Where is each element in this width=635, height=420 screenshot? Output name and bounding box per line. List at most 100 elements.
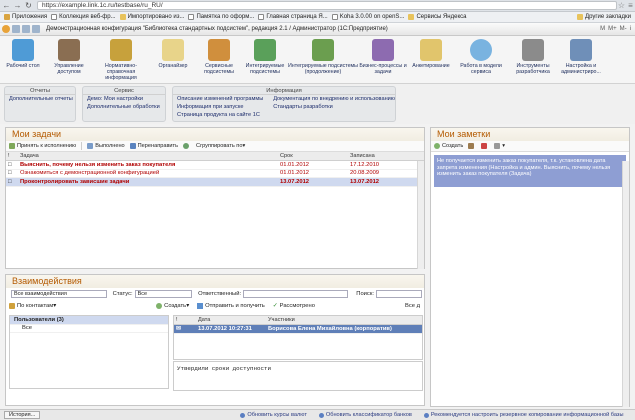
- by-contacts-button[interactable]: По контактам ▾: [9, 303, 56, 309]
- table-row[interactable]: ✉ 13.07.2012 10:27:31 Борисова Елена Мих…: [174, 325, 422, 334]
- bookmark-item[interactable]: Koha 3.0.00 on openS...: [331, 14, 404, 20]
- interaction-type-select[interactable]: Все взаимодействия: [11, 290, 107, 298]
- bookmarks-bar: Приложения Коллекция веб-фр... Импортиро…: [0, 12, 635, 23]
- section-integrated-cont[interactable]: Интегрируемые подсистемы (продолжение): [288, 36, 358, 82]
- bookmark-item[interactable]: Коллекция веб-фр...: [51, 14, 116, 20]
- more-button[interactable]: ▾: [494, 143, 505, 149]
- table-row[interactable]: □ Ознакомиться с демонстрационной конфиг…: [6, 170, 424, 178]
- status-select[interactable]: Все: [134, 290, 193, 298]
- edit-note-button[interactable]: [468, 143, 476, 149]
- contacts-icon: [9, 303, 15, 309]
- flag-column: !: [8, 153, 10, 159]
- history-button[interactable]: История...: [4, 411, 41, 419]
- link-my-settings[interactable]: Демо: Мои настройки: [83, 95, 165, 103]
- link-backup[interactable]: Рекомендуется настроить резервное копиро…: [423, 412, 623, 418]
- back-nav-icon[interactable]: [12, 25, 20, 33]
- blocks-icon: [254, 39, 276, 61]
- delete-note-button[interactable]: [481, 143, 489, 149]
- back-icon[interactable]: ←: [2, 1, 11, 10]
- my-tasks-panel: Мои задачи Принять к исполнению Выполнен…: [5, 127, 425, 269]
- col-date[interactable]: Дата: [196, 317, 266, 323]
- bookmark-item[interactable]: Главная страница Я...: [258, 14, 328, 20]
- folder-icon: [119, 14, 126, 20]
- page-icon: [188, 14, 195, 20]
- desktop-icon: [12, 39, 34, 61]
- section-dev-tools[interactable]: Инструменты разработчика: [508, 36, 558, 82]
- app-menu-icon[interactable]: [2, 25, 10, 33]
- link-dev-standards[interactable]: Стандарты разработки: [269, 103, 395, 111]
- memory-button[interactable]: М: [600, 26, 605, 32]
- forward-nav-icon[interactable]: [22, 25, 30, 33]
- redirect-button[interactable]: Перенаправить: [129, 143, 178, 149]
- link-product-page[interactable]: Страница продукта на сайте 1С: [173, 111, 269, 119]
- memory-minus-button[interactable]: М-: [620, 26, 627, 32]
- filter-row: Все взаимодействия Статус: Все Ответстве…: [6, 288, 424, 300]
- section-surveys[interactable]: Анкетирование: [408, 36, 454, 82]
- email-icon: ✉: [176, 325, 181, 332]
- my-notes-panel: Мои заметки Создать ▾ Не получается изме…: [430, 127, 630, 407]
- reviewed-button[interactable]: ✓ Рассмотрено: [273, 303, 315, 309]
- settings-icon: [570, 39, 592, 61]
- section-reference[interactable]: Нормативно-справочная информация: [92, 36, 150, 82]
- folder-icon: [408, 14, 415, 20]
- task-icon: □: [8, 178, 12, 185]
- create-note-button[interactable]: Создать: [434, 143, 463, 149]
- mail-icon: [197, 303, 204, 309]
- forward-icon[interactable]: →: [13, 1, 22, 10]
- refresh-button[interactable]: [183, 143, 191, 149]
- link-startup-info[interactable]: Информация при запуске: [173, 103, 269, 111]
- table-row[interactable]: □ Выяснить, почему нельзя изменить заказ…: [6, 161, 424, 170]
- reload-icon[interactable]: ↻: [24, 1, 33, 10]
- link-documentation[interactable]: Документация по внедрению и использовани…: [269, 95, 395, 103]
- tree-node-users[interactable]: Пользователи (3): [10, 316, 168, 325]
- memory-plus-button[interactable]: М+: [608, 26, 617, 32]
- table-row[interactable]: □ Проконтролировать зависшие задачи 13.0…: [6, 178, 424, 187]
- create-interaction-button[interactable]: Создать ▾: [156, 303, 189, 309]
- send-receive-button[interactable]: Отправить и получить: [197, 303, 265, 309]
- accept-button[interactable]: Принять к исполнению: [9, 143, 76, 149]
- note-item[interactable]: Не получается изменить заказ покупателя,…: [434, 155, 626, 187]
- section-admin[interactable]: Настройка и администриро...: [558, 36, 604, 82]
- tree-node-all[interactable]: Все: [10, 325, 168, 333]
- bookmark-star-icon[interactable]: ☆: [617, 1, 626, 10]
- section-business-processes[interactable]: Бизнес-процессы и задачи: [358, 36, 408, 82]
- link-update-banks[interactable]: Обновить классификатор банков: [318, 412, 412, 418]
- bookmark-item[interactable]: Импортировано из...: [119, 14, 184, 20]
- all-actions-button[interactable]: Все д: [405, 303, 420, 309]
- notes-scrollbar[interactable]: [622, 161, 629, 407]
- bookmark-item[interactable]: Сервисы Яндекса: [408, 14, 466, 20]
- search-input[interactable]: [375, 290, 422, 298]
- address-bar[interactable]: https://example.link.1c.ru/testbase/ru_R…: [37, 1, 617, 10]
- col-created[interactable]: Записана: [348, 153, 418, 159]
- section-desktop[interactable]: Рабочий стол: [0, 36, 46, 82]
- info-icon: [240, 412, 246, 418]
- group-by-button[interactable]: Сгруппировать по ▾: [196, 143, 245, 149]
- menu-icon[interactable]: ≡: [626, 1, 635, 10]
- info-button[interactable]: i: [630, 26, 631, 32]
- section-organizer[interactable]: Органайзер: [150, 36, 196, 82]
- function-panel: Отчеты Дополнительные отчеты Сервис Демо…: [0, 84, 635, 124]
- bookmark-item[interactable]: Памятка по оформ...: [188, 14, 254, 20]
- section-access[interactable]: Управление доступом: [46, 36, 92, 82]
- group-service: Сервис Демо: Мои настройки Дополнительны…: [82, 86, 166, 122]
- link-changes[interactable]: Описание изменений программы: [173, 95, 269, 103]
- col-due[interactable]: Срок: [278, 153, 348, 159]
- link-additional-processing[interactable]: Дополнительные обработки: [83, 103, 165, 111]
- group-info: Информация Описание изменений программы …: [172, 86, 396, 122]
- section-cloud[interactable]: Работа в модели сервиса: [454, 36, 508, 82]
- check-icon: ✓: [272, 303, 278, 309]
- section-service[interactable]: Сервисные подсистемы: [196, 36, 242, 82]
- done-button[interactable]: Выполнено: [87, 143, 125, 149]
- section-integrated[interactable]: Интегрируемые подсистемы: [242, 36, 288, 82]
- bookmark-apps[interactable]: Приложения: [4, 14, 47, 20]
- home-icon[interactable]: [32, 25, 40, 33]
- responsible-input[interactable]: [243, 290, 349, 298]
- col-participants[interactable]: Участники: [266, 317, 416, 323]
- app-titlebar: Демонстрационная конфигурация "Библиотек…: [0, 23, 635, 36]
- group-reports: Отчеты Дополнительные отчеты: [4, 86, 76, 122]
- link-update-rates[interactable]: Обновить курсы валют: [240, 412, 307, 418]
- link-additional-reports[interactable]: Дополнительные отчеты: [5, 95, 75, 103]
- tasks-scrollbar[interactable]: [417, 161, 424, 269]
- other-bookmarks[interactable]: Другие закладки: [577, 14, 631, 20]
- col-task[interactable]: Задача: [18, 153, 278, 159]
